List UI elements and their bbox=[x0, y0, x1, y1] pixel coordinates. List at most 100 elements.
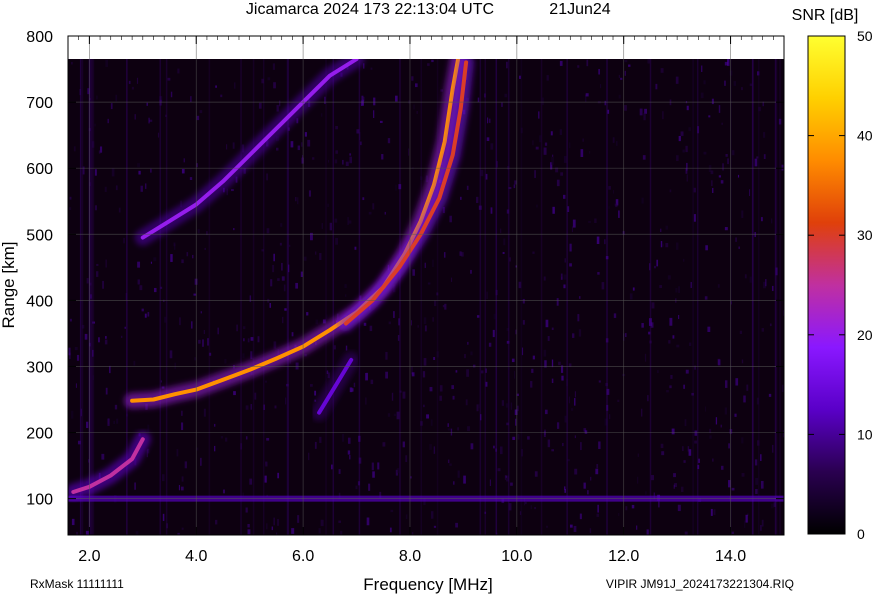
noise-speck bbox=[385, 351, 388, 360]
noise-speck bbox=[472, 364, 476, 368]
noise-speck bbox=[720, 180, 724, 184]
noise-speck bbox=[273, 253, 275, 262]
noise-speck bbox=[632, 287, 635, 291]
noise-speck bbox=[659, 285, 662, 288]
noise-speck bbox=[68, 207, 72, 211]
noise-speck bbox=[656, 259, 659, 267]
noise-speck bbox=[264, 461, 268, 465]
noise-speck bbox=[608, 186, 611, 190]
noise-speck bbox=[257, 336, 260, 343]
noise-speck bbox=[583, 482, 586, 489]
noise-speck bbox=[361, 95, 364, 101]
noise-speck bbox=[510, 482, 513, 486]
noise-speck bbox=[588, 220, 591, 223]
noise-speck bbox=[455, 370, 458, 373]
noise-speck bbox=[121, 335, 123, 338]
noise-speck bbox=[657, 370, 659, 374]
noise-speck bbox=[715, 417, 718, 425]
noise-speck bbox=[624, 105, 627, 111]
noise-speck bbox=[290, 141, 294, 148]
noise-speck bbox=[628, 64, 631, 67]
interference-line bbox=[484, 59, 487, 535]
noise-speck bbox=[781, 384, 784, 392]
noise-speck bbox=[564, 488, 566, 493]
noise-speck bbox=[763, 132, 766, 138]
noise-speck bbox=[749, 83, 753, 86]
noise-speck bbox=[734, 413, 737, 417]
noise-speck bbox=[646, 529, 649, 535]
noise-speck bbox=[70, 61, 73, 65]
noise-speck bbox=[281, 262, 283, 271]
noise-speck bbox=[272, 264, 275, 273]
noise-speck bbox=[574, 435, 576, 439]
noise-speck bbox=[85, 530, 89, 535]
noise-speck bbox=[556, 422, 560, 429]
noise-speck bbox=[477, 97, 480, 103]
noise-speck bbox=[639, 108, 643, 116]
noise-speck bbox=[417, 325, 419, 328]
noise-speck bbox=[617, 399, 620, 403]
y-tick-label: 500 bbox=[26, 227, 53, 244]
noise-speck bbox=[685, 369, 689, 374]
interference-line bbox=[208, 59, 211, 535]
noise-speck bbox=[735, 237, 737, 242]
noise-speck bbox=[135, 531, 139, 535]
noise-speck bbox=[196, 115, 200, 121]
noise-speck bbox=[96, 271, 99, 277]
noise-speck bbox=[563, 156, 567, 163]
noise-speck bbox=[423, 317, 427, 325]
interference-line bbox=[692, 59, 694, 535]
noise-speck bbox=[320, 519, 324, 527]
noise-speck bbox=[689, 342, 692, 347]
noise-speck bbox=[451, 385, 455, 390]
noise-speck bbox=[711, 180, 713, 187]
noise-speck bbox=[711, 458, 714, 462]
noise-speck bbox=[543, 431, 546, 438]
noise-speck bbox=[433, 446, 436, 454]
noise-speck bbox=[595, 468, 599, 475]
noise-speck bbox=[284, 397, 287, 405]
noise-speck bbox=[700, 92, 704, 99]
noise-speck bbox=[220, 436, 224, 439]
colorbar-tick-label: 30 bbox=[857, 227, 873, 243]
noise-speck bbox=[457, 427, 459, 431]
noise-speck bbox=[464, 353, 466, 359]
noise-speck bbox=[138, 170, 141, 175]
noise-speck bbox=[707, 326, 711, 333]
noise-speck bbox=[530, 505, 532, 510]
noise-speck bbox=[161, 474, 165, 482]
interference-line bbox=[240, 59, 242, 535]
noise-speck bbox=[660, 68, 664, 73]
noise-speck bbox=[247, 529, 251, 535]
noise-speck bbox=[184, 461, 187, 469]
noise-speck bbox=[365, 372, 368, 381]
noise-speck bbox=[761, 328, 764, 332]
noise-speck bbox=[618, 74, 621, 79]
noise-speck bbox=[531, 368, 534, 373]
noise-speck bbox=[281, 316, 284, 324]
noise-speck bbox=[319, 436, 322, 443]
noise-speck bbox=[295, 362, 299, 370]
noise-speck bbox=[144, 313, 147, 318]
noise-speck bbox=[665, 225, 668, 230]
noise-speck bbox=[224, 358, 227, 364]
noise-speck bbox=[368, 211, 372, 215]
noise-speck bbox=[442, 305, 445, 308]
chart-title: Jicamarca 2024 173 22:13:04 UTC bbox=[246, 1, 494, 18]
noise-speck bbox=[267, 298, 270, 303]
noise-speck bbox=[534, 507, 537, 510]
noise-speck bbox=[560, 172, 564, 176]
noise-speck bbox=[624, 60, 628, 63]
interference-line bbox=[566, 59, 568, 535]
noise-speck bbox=[162, 513, 165, 521]
noise-speck bbox=[314, 390, 317, 396]
noise-speck bbox=[150, 261, 153, 264]
noise-speck bbox=[587, 490, 589, 495]
noise-speck bbox=[698, 458, 700, 463]
noise-speck bbox=[661, 451, 665, 456]
noise-speck bbox=[660, 443, 664, 449]
noise-speck bbox=[148, 117, 150, 124]
noise-speck bbox=[233, 228, 235, 231]
noise-speck bbox=[304, 132, 307, 137]
noise-speck bbox=[233, 391, 236, 396]
